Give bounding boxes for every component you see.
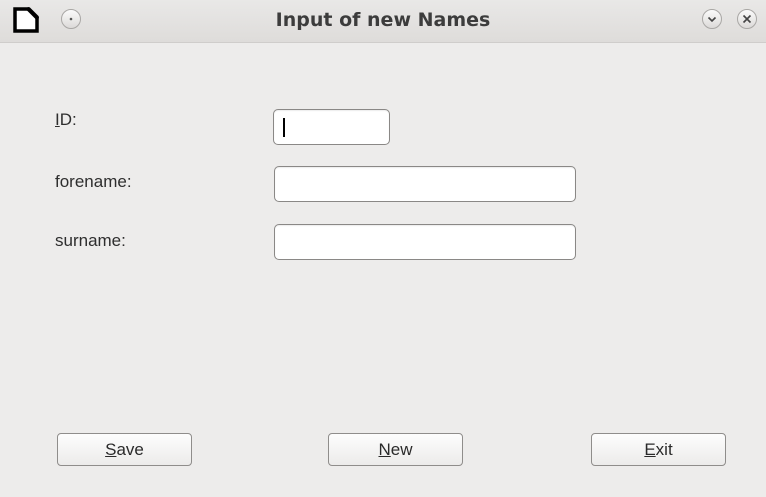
save-mnemonic: S — [105, 440, 117, 459]
id-label-text: D: — [59, 110, 77, 129]
close-icon[interactable] — [737, 9, 757, 29]
save-button[interactable]: Save — [57, 433, 192, 466]
title-bar[interactable]: Input of new Names — [0, 0, 766, 43]
new-button[interactable]: New — [328, 433, 463, 466]
surname-field[interactable] — [274, 224, 576, 260]
save-label: ave — [116, 440, 144, 459]
id-label: ID: — [55, 110, 77, 130]
forename-field[interactable] — [274, 166, 576, 202]
exit-mnemonic: E — [644, 440, 656, 459]
id-field[interactable] — [273, 109, 390, 145]
chevron-down-icon[interactable] — [702, 9, 722, 29]
new-mnemonic: N — [378, 440, 391, 459]
dialog-window: Input of new Names ID: forename: surname… — [0, 0, 766, 497]
text-caret — [283, 118, 285, 137]
forename-label: forename: — [55, 172, 132, 191]
new-label: ew — [390, 440, 413, 459]
exit-button[interactable]: Exit — [591, 433, 726, 466]
exit-label: xit — [655, 440, 673, 459]
window-title: Input of new Names — [275, 9, 491, 31]
surname-label: surname: — [55, 231, 126, 250]
